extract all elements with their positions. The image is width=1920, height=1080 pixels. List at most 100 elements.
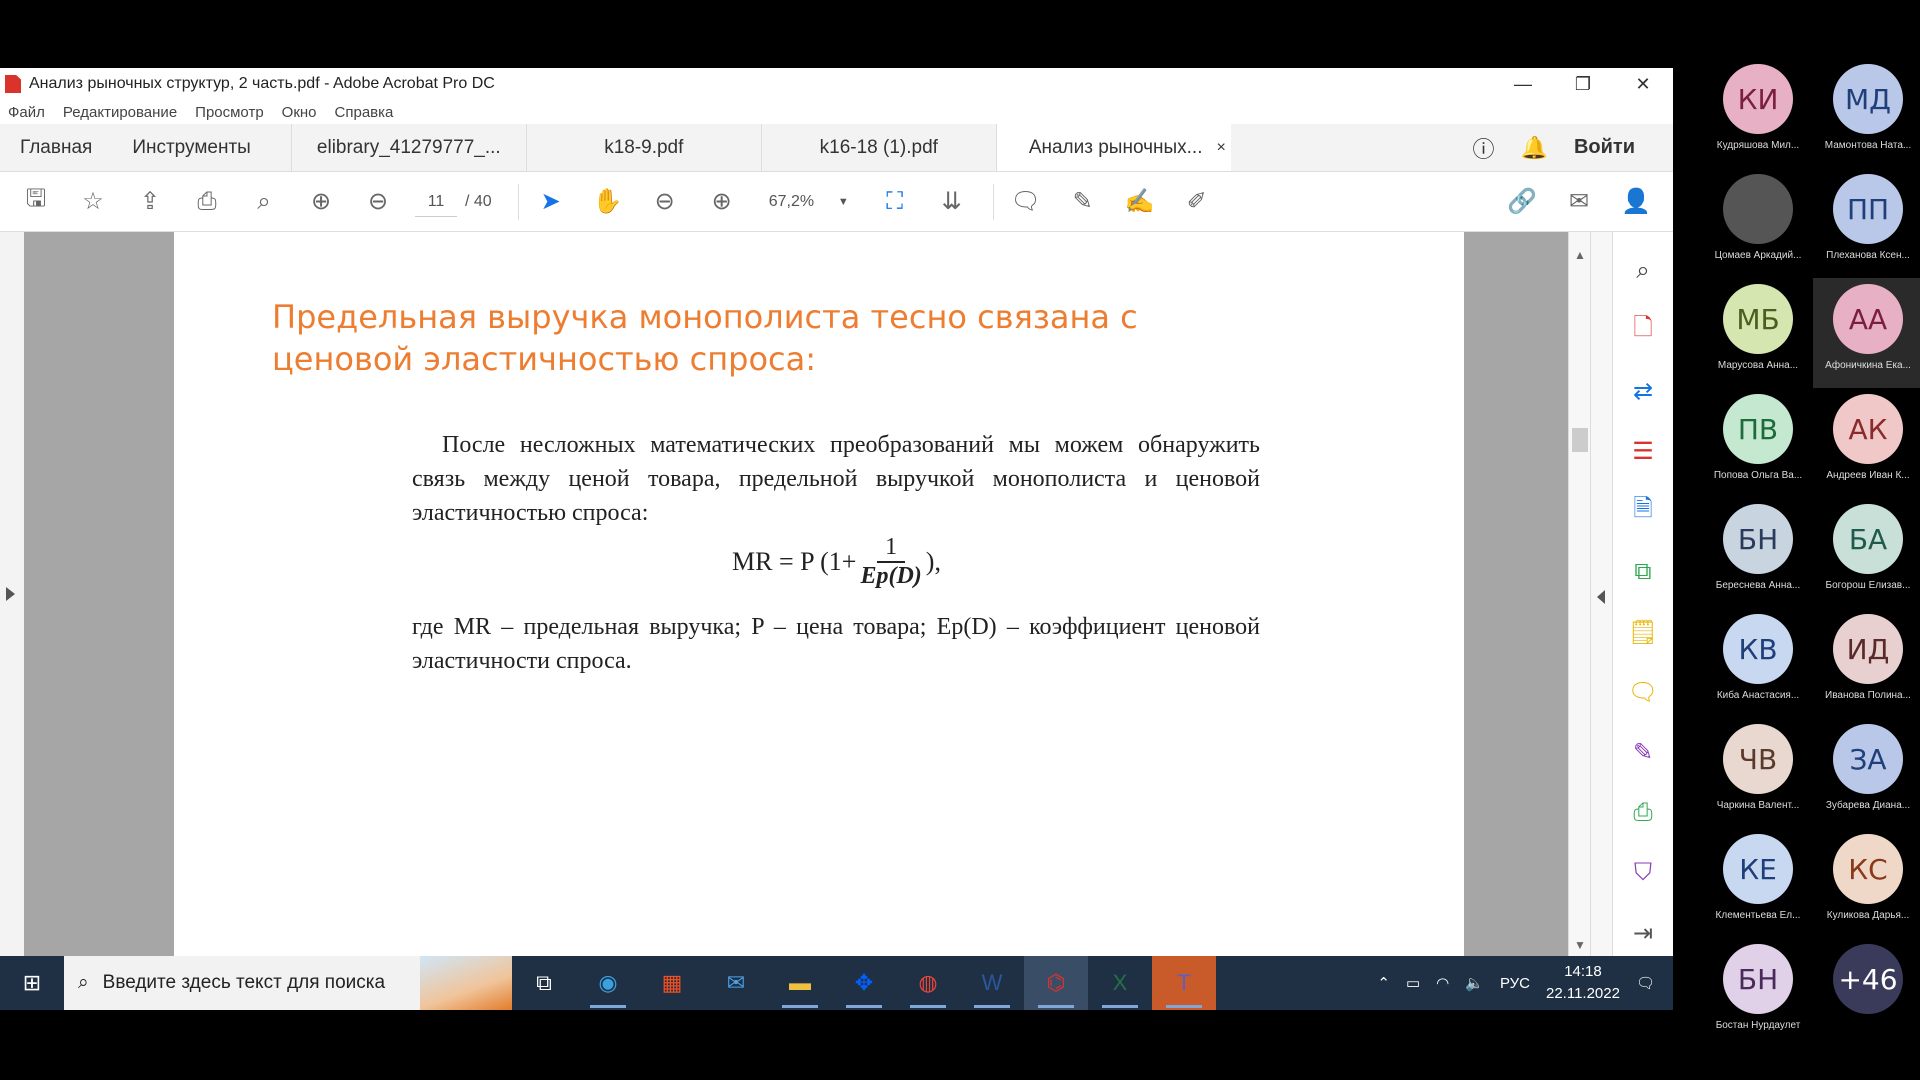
- chrome-icon[interactable]: ◍: [896, 956, 960, 1010]
- participant-tile[interactable]: ПП Плеханова Ксен...: [1813, 168, 1920, 278]
- compare-files-icon[interactable]: ⧉: [1627, 549, 1659, 594]
- menu-window[interactable]: Окно: [282, 104, 317, 121]
- participant-tile[interactable]: ПВ Попова Ольга Ва...: [1703, 388, 1813, 498]
- dropbox-icon[interactable]: ✥: [832, 956, 896, 1010]
- file-explorer-icon[interactable]: ▬: [768, 956, 832, 1010]
- left-panel-toggle[interactable]: [0, 232, 24, 956]
- print-production-icon[interactable]: ⎙: [1627, 790, 1659, 835]
- fit-page-icon[interactable]: ⛶: [875, 182, 915, 222]
- menu-help[interactable]: Справка: [335, 104, 394, 121]
- excel-icon[interactable]: X: [1088, 956, 1152, 1010]
- comment-icon[interactable]: 🗨: [1006, 182, 1046, 222]
- participant-tile[interactable]: БН Береснева Анна...: [1703, 498, 1813, 608]
- right-panel-toggle[interactable]: [1590, 232, 1612, 956]
- scroll-thumb[interactable]: [1572, 428, 1588, 452]
- zoom-out-icon[interactable]: ⊖: [645, 182, 685, 222]
- zoom-search-icon[interactable]: ⌕: [1627, 248, 1659, 293]
- sign-in-button[interactable]: Войти: [1574, 136, 1635, 159]
- mail-icon[interactable]: ✉: [704, 956, 768, 1010]
- store-icon[interactable]: ▦: [640, 956, 704, 1010]
- volume-icon[interactable]: 🔈: [1465, 974, 1484, 992]
- tab-doc-active[interactable]: Анализ рыночных... ×: [995, 124, 1231, 171]
- tab-doc-elibrary[interactable]: elibrary_41279777_...: [290, 124, 526, 171]
- menu-file[interactable]: Файл: [8, 104, 45, 121]
- participant-name: Куликова Дарья...: [1826, 910, 1910, 921]
- participant-tile[interactable]: МБ Марусова Анна...: [1703, 278, 1813, 388]
- add-user-icon[interactable]: 👤: [1616, 182, 1656, 222]
- upload-icon[interactable]: ⇪: [130, 182, 170, 222]
- share-link-icon[interactable]: 🔗: [1502, 182, 1542, 222]
- language-indicator[interactable]: РУС: [1500, 975, 1530, 992]
- highlight-pen-icon[interactable]: ✎: [1063, 182, 1103, 222]
- tab-close-icon[interactable]: ×: [1216, 139, 1225, 157]
- participant-tile[interactable]: Цомаев Аркадий...: [1703, 168, 1813, 278]
- select-cursor-icon[interactable]: ➤: [531, 182, 571, 222]
- scroll-down-icon[interactable]: ▼: [1574, 938, 1586, 952]
- tab-doc-k18[interactable]: k18-9.pdf: [525, 124, 761, 171]
- battery-icon[interactable]: ▭: [1406, 974, 1420, 992]
- acrobat-taskbar-icon[interactable]: ⌬: [1024, 956, 1088, 1010]
- protect-icon[interactable]: ⛉: [1627, 851, 1659, 896]
- participant-tile[interactable]: БН Бостан Нурдаулет: [1703, 938, 1813, 1048]
- vertical-scrollbar[interactable]: ▲ ▼: [1568, 232, 1590, 956]
- tab-home[interactable]: Главная: [0, 124, 112, 171]
- zoom-dropdown[interactable]: 67,2% ▼: [759, 187, 855, 217]
- menu-view[interactable]: Просмотр: [195, 104, 264, 121]
- sign-icon[interactable]: ✍: [1120, 182, 1160, 222]
- participant-tile[interactable]: КИ Кудряшова Мил...: [1703, 58, 1813, 168]
- participant-tile[interactable]: БА Богорош Елизав...: [1813, 498, 1920, 608]
- minimize-button[interactable]: —: [1493, 74, 1553, 95]
- tab-doc-k16[interactable]: k16-18 (1).pdf: [760, 124, 996, 171]
- hand-tool-icon[interactable]: ✋: [588, 182, 628, 222]
- mr-formula: MR = P (1+ 1 Ep(D) ),: [732, 534, 941, 590]
- help-icon[interactable]: ⓘ: [1473, 132, 1495, 164]
- menu-edit[interactable]: Редактирование: [63, 104, 177, 121]
- wifi-icon[interactable]: ◠: [1436, 974, 1449, 992]
- participant-tile[interactable]: ЗА Зубарева Диана...: [1813, 718, 1920, 828]
- participant-tile[interactable]: +46: [1813, 938, 1920, 1048]
- notifications-icon[interactable]: 🗨: [1636, 974, 1655, 992]
- restore-button[interactable]: ❐: [1553, 74, 1613, 95]
- collapse-tools-icon[interactable]: ⇥: [1627, 911, 1659, 956]
- save-icon[interactable]: 🖫: [16, 182, 56, 222]
- participant-tile[interactable]: МД Мамонтова Ната...: [1813, 58, 1920, 168]
- avatar: АК: [1833, 394, 1903, 464]
- close-button[interactable]: ✕: [1613, 74, 1673, 95]
- participant-tile[interactable]: АК Андреев Иван К...: [1813, 388, 1920, 498]
- participant-tile[interactable]: КЕ Клементьева Ел...: [1703, 828, 1813, 938]
- page-number-input[interactable]: 11: [415, 187, 457, 217]
- draw-tool-icon[interactable]: ✎: [1627, 730, 1659, 775]
- edit-pdf-icon[interactable]: ✐: [1177, 182, 1217, 222]
- organize-pages-icon[interactable]: ☰: [1627, 429, 1659, 474]
- next-page-icon[interactable]: ⊖: [358, 182, 398, 222]
- create-pdf-icon[interactable]: 🗋: [1627, 308, 1659, 353]
- zoom-in-icon[interactable]: ⊕: [702, 182, 742, 222]
- email-icon[interactable]: ✉: [1559, 182, 1599, 222]
- participant-tile[interactable]: АА Афоничкина Ека...: [1813, 278, 1920, 388]
- scroll-up-icon[interactable]: ▲: [1574, 248, 1586, 262]
- edge-icon[interactable]: ◉: [576, 956, 640, 1010]
- windows-start-icon[interactable]: ⊞: [0, 956, 64, 1010]
- participant-name: Бостан Нурдаулет: [1715, 1020, 1801, 1031]
- print-icon[interactable]: ⎙: [187, 182, 227, 222]
- word-icon[interactable]: W: [960, 956, 1024, 1010]
- participant-tile[interactable]: КВ Киба Анастасия...: [1703, 608, 1813, 718]
- task-view-icon[interactable]: ⧉: [512, 956, 576, 1010]
- fill-sign-icon[interactable]: 🗒: [1627, 610, 1659, 655]
- scroll-mode-icon[interactable]: ⇊: [932, 182, 972, 222]
- clock[interactable]: 14:18 22.11.2022: [1546, 961, 1620, 1005]
- participant-tile[interactable]: КС Куликова Дарья...: [1813, 828, 1920, 938]
- taskbar-search[interactable]: ⌕ Введите здесь текст для поиска: [64, 956, 512, 1010]
- search-icon[interactable]: ⌕: [244, 182, 284, 222]
- participant-tile[interactable]: ЧВ Чаркина Валент...: [1703, 718, 1813, 828]
- export-pdf-icon[interactable]: ⇄: [1627, 369, 1659, 414]
- bell-icon[interactable]: 🔔: [1521, 135, 1548, 161]
- enhance-scans-icon[interactable]: 🗎: [1627, 489, 1659, 534]
- star-icon[interactable]: ☆: [73, 182, 113, 222]
- teams-icon[interactable]: T: [1152, 956, 1216, 1010]
- tab-tools[interactable]: Инструменты: [112, 124, 290, 171]
- comment-tool-icon[interactable]: 🗨: [1627, 670, 1659, 715]
- tray-expand-icon[interactable]: ⌃: [1377, 974, 1390, 992]
- prev-page-icon[interactable]: ⊕: [301, 182, 341, 222]
- participant-tile[interactable]: ИД Иванова Полина...: [1813, 608, 1920, 718]
